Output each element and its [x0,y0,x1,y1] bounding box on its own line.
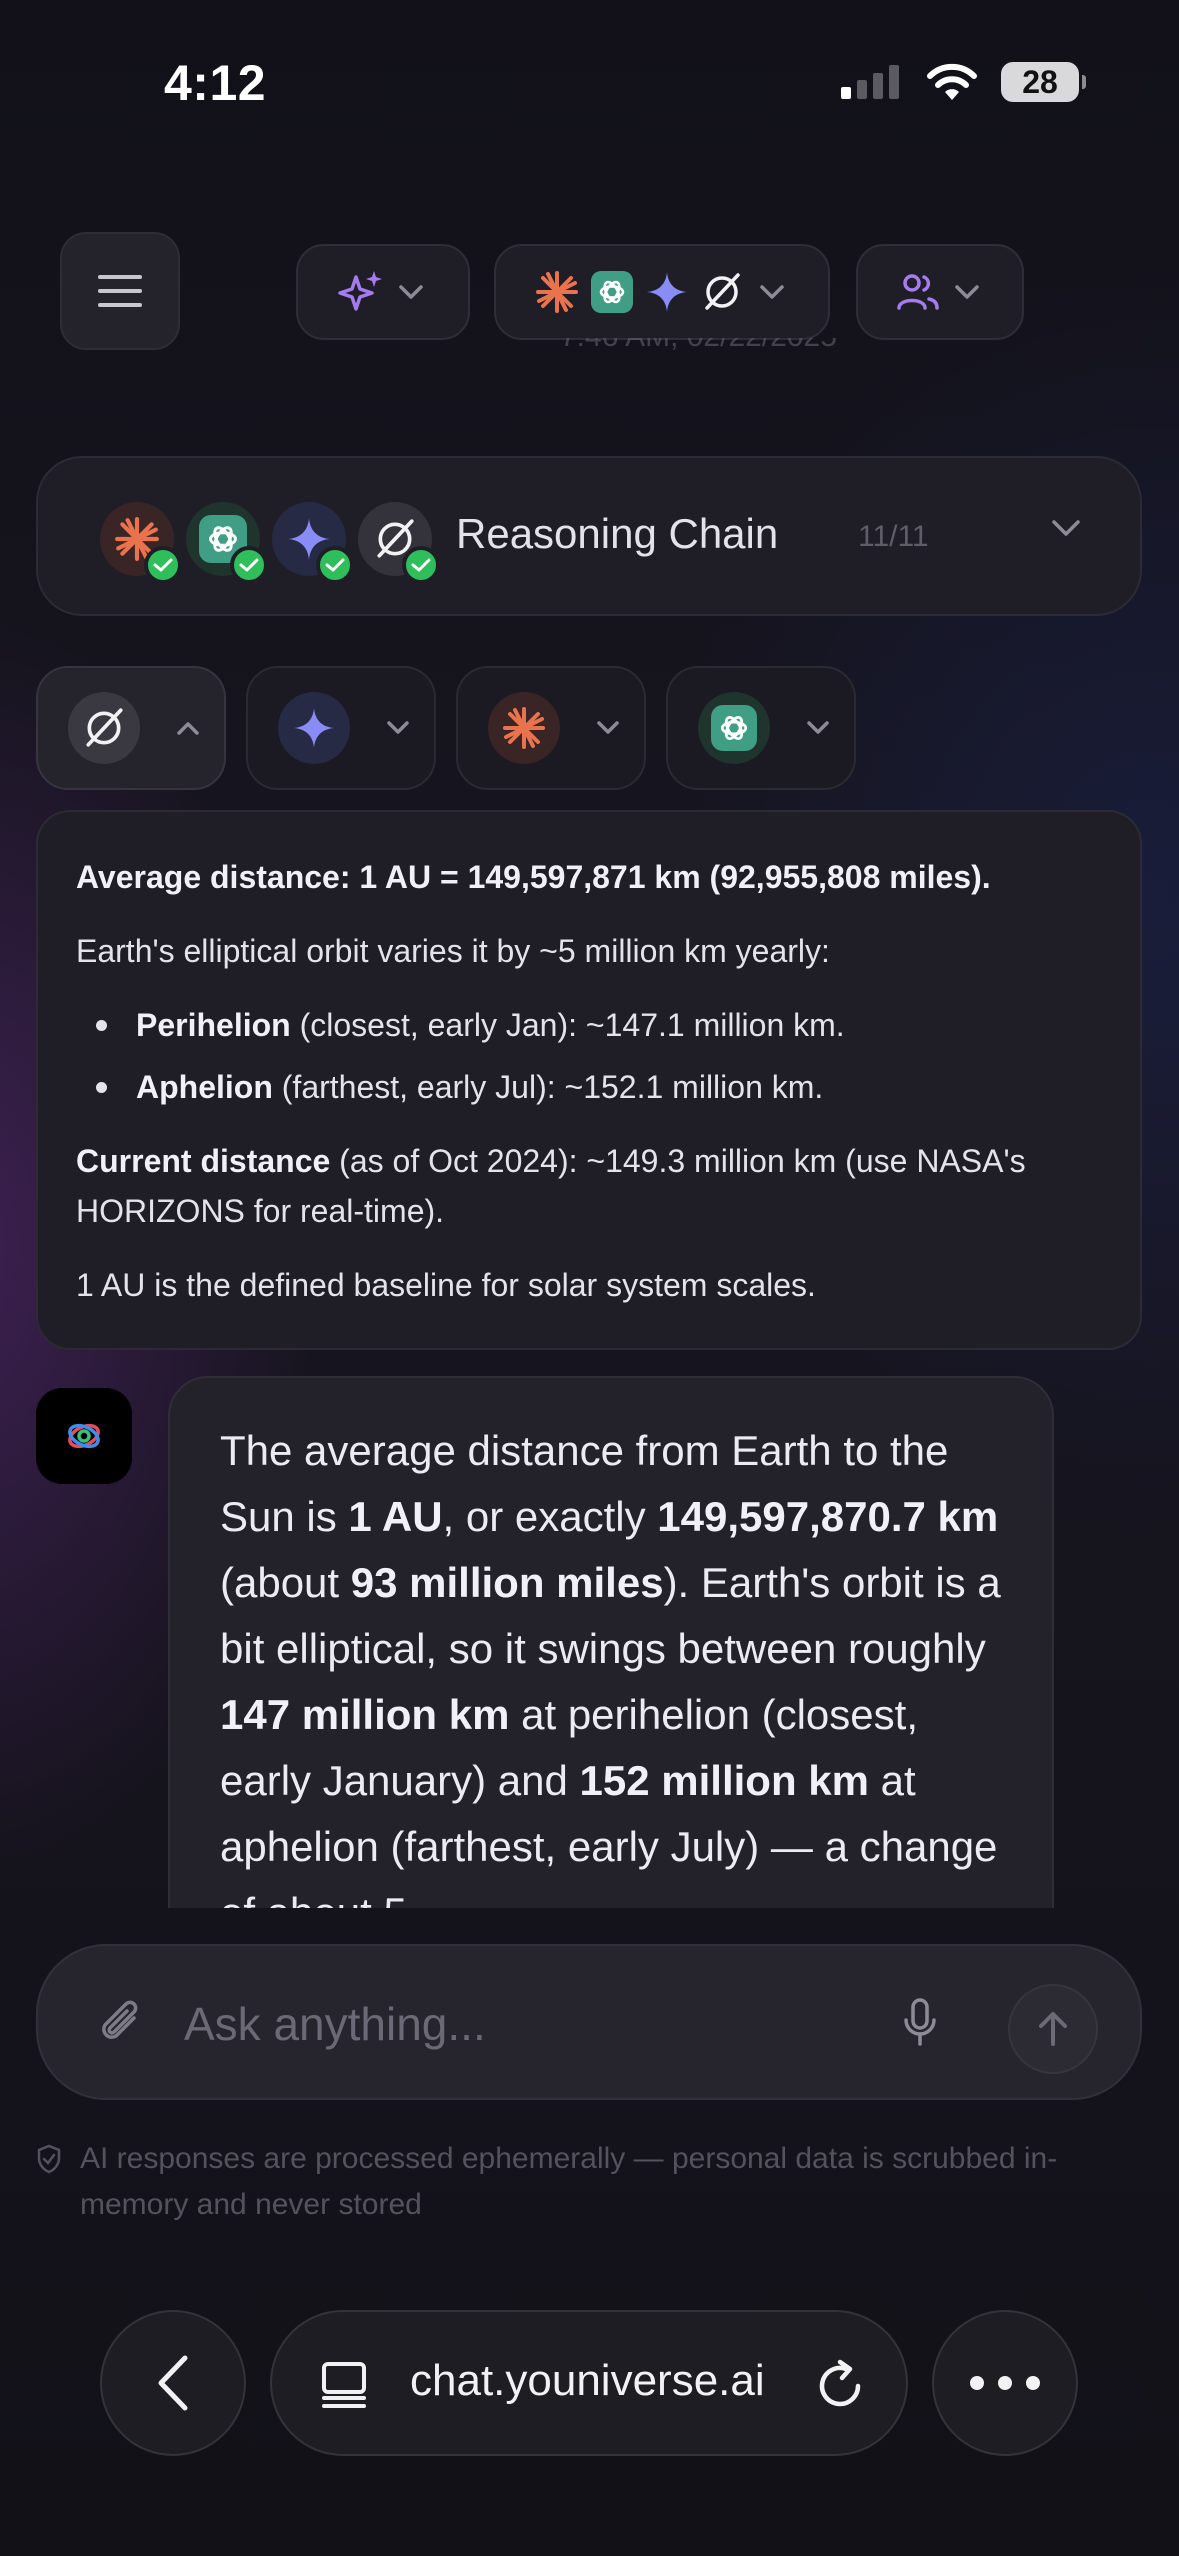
more-options-button[interactable] [932,2310,1078,2456]
chevron-down-icon [950,275,984,309]
shield-icon [37,2144,61,2174]
battery-indicator: 28 [1001,62,1086,102]
tab-grok[interactable] [36,666,226,790]
model-selector[interactable] [494,244,830,340]
reasoning-chain-card[interactable]: Reasoning Chain 11/11 [36,456,1142,616]
tab-gemini[interactable] [246,666,436,790]
url-text: chat.youniverse.ai [410,2356,765,2405]
microphone-icon[interactable] [900,1996,940,2055]
chevron-down-icon[interactable] [1050,518,1082,543]
chevron-down-icon [394,275,428,309]
reload-icon[interactable] [814,2358,866,2412]
chevron-down-icon [597,721,619,734]
grok-icon [705,273,740,310]
reasoning-chain-title: Reasoning Chain [456,510,779,557]
address-bar[interactable]: chat.youniverse.ai [270,2310,908,2456]
check-icon [316,546,354,584]
disclaimer-text: AI responses are processed ephemerally —… [80,2142,1058,2221]
answer-baseline: 1 AU is the defined baseline for solar s… [76,1267,816,1303]
sparkles-icon [338,271,382,311]
privacy-disclaimer: AI responses are processed ephemerally —… [36,2136,1142,2228]
mode-selector[interactable] [296,244,470,340]
gemini-icon [278,692,350,764]
chevron-down-icon [807,721,829,734]
chat-input[interactable] [184,1986,884,2062]
more-dot [998,2376,1012,2390]
chevron-left-icon [158,2355,188,2411]
paperclip-icon[interactable] [96,1996,146,2057]
send-button[interactable] [1008,1984,1098,2074]
chat-composer [36,1944,1142,2100]
chevron-down-icon [755,275,789,309]
grok-avatar [358,502,440,584]
check-icon [402,546,440,584]
reasoning-chain-count: 11/11 [858,520,929,553]
hamburger-icon [98,275,142,307]
claude-icon [536,271,578,313]
answer-bullets: Perihelion (closest, early Jan): ~147.1 … [76,1000,1102,1112]
chevron-down-icon [387,721,409,734]
check-icon [230,546,268,584]
more-dot [970,2376,984,2390]
gemini-avatar [272,502,354,584]
users-icon [897,274,939,310]
assistant-message: The average distance from Earth to the S… [168,1376,1054,1908]
more-dot [1026,2376,1040,2390]
answer-orbit: Earth's elliptical orbit varies it by ~5… [76,933,830,969]
model-answer-panel: Average distance: 1 AU = 149,597,871 km … [36,810,1142,1350]
gemini-icon [647,272,687,312]
signal-icon [841,65,899,99]
grok-icon [68,692,140,764]
tab-openai[interactable] [666,666,856,790]
youniverse-logo-icon [68,1423,100,1449]
assistant-message-bubble: The average distance from Earth to the S… [168,1376,1054,1908]
menu-button[interactable] [60,232,180,350]
message-timestamp: 7:46 AM, 02/22/2025 [560,338,1010,378]
openai-avatar [186,502,268,584]
list-item: Aphelion (farthest, early Jul): ~152.1 m… [76,1062,1102,1112]
tab-claude[interactable] [456,666,646,790]
answer-average: Average distance: 1 AU = 149,597,871 km … [76,859,991,895]
arrow-up-icon [1039,2012,1067,2046]
openai-icon [591,271,633,313]
tabs-icon [322,2362,366,2408]
app-screen: 4:12 28 Reasoning Chain 11/11 Average di… [0,0,1179,2556]
status-time: 4:12 [164,55,267,111]
back-button[interactable] [100,2310,246,2456]
participants-selector[interactable] [856,244,1024,340]
assistant-avatar [36,1388,132,1484]
claude-icon [488,692,560,764]
reasoning-models [100,502,440,584]
openai-icon [698,692,770,764]
wifi-icon [927,63,977,100]
claude-avatar [100,502,182,584]
chevron-up-icon [177,722,199,735]
answer-current: Current distance (as of Oct 2024): ~149.… [76,1143,1026,1229]
status-icons: 28 [841,62,1086,102]
list-item: Perihelion (closest, early Jan): ~147.1 … [76,1000,1102,1050]
check-icon [144,546,182,584]
